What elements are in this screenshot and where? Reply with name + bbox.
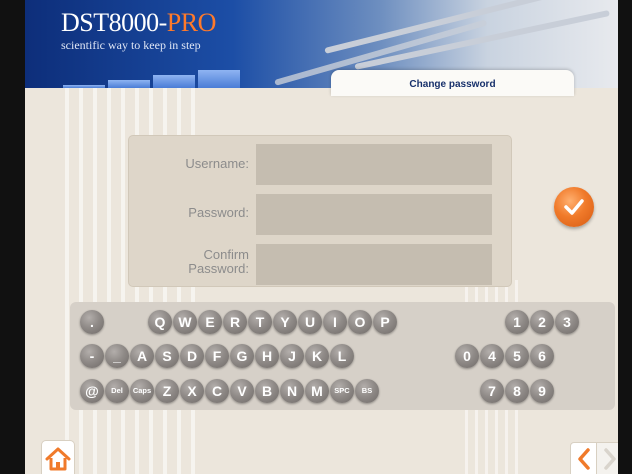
key-o[interactable]: O bbox=[348, 310, 372, 334]
brand-main: DST8000- bbox=[61, 8, 167, 37]
key-x[interactable]: X bbox=[180, 379, 204, 403]
key-c[interactable]: C bbox=[205, 379, 229, 403]
password-form: Username: Password: Confirm Password: bbox=[129, 136, 511, 286]
username-label: Username: bbox=[185, 156, 249, 171]
key-4[interactable]: 4 bbox=[480, 344, 504, 368]
key-i[interactable]: I bbox=[323, 310, 347, 334]
key-v[interactable]: V bbox=[230, 379, 254, 403]
username-field[interactable] bbox=[256, 144, 492, 185]
back-button[interactable] bbox=[570, 442, 598, 474]
confirm-button[interactable] bbox=[554, 187, 594, 227]
key-a[interactable]: A bbox=[130, 344, 154, 368]
forward-button[interactable] bbox=[596, 442, 618, 474]
key-h[interactable]: H bbox=[255, 344, 279, 368]
app-window: DST8000-PRO scientific way to keep in st… bbox=[0, 0, 632, 474]
key-1[interactable]: 1 bbox=[505, 310, 529, 334]
chevron-left-icon bbox=[578, 448, 590, 470]
key-l[interactable]: L bbox=[330, 344, 354, 368]
key-z[interactable]: Z bbox=[155, 379, 179, 403]
brand-tagline: scientific way to keep in step bbox=[61, 38, 201, 52]
home-icon bbox=[45, 447, 71, 471]
key-u[interactable]: U bbox=[298, 310, 322, 334]
key-at[interactable]: @ bbox=[80, 379, 104, 403]
brand-logo: DST8000-PRO bbox=[61, 8, 216, 38]
password-label: Password: bbox=[188, 205, 249, 220]
checkmark-icon bbox=[564, 199, 584, 215]
home-button[interactable] bbox=[41, 440, 75, 474]
key-2[interactable]: 2 bbox=[530, 310, 554, 334]
key-y[interactable]: Y bbox=[273, 310, 297, 334]
banner-bars bbox=[63, 68, 240, 88]
key-f[interactable]: F bbox=[205, 344, 229, 368]
confirm-label-line2: Password: bbox=[188, 261, 249, 276]
chevron-right-icon bbox=[604, 448, 616, 470]
key-n[interactable]: N bbox=[280, 379, 304, 403]
key-r[interactable]: R bbox=[223, 310, 247, 334]
key-9[interactable]: 9 bbox=[530, 379, 554, 403]
brand-accent: PRO bbox=[166, 8, 217, 37]
key-minus[interactable]: - bbox=[80, 344, 104, 368]
key-s[interactable]: S bbox=[155, 344, 179, 368]
key-0[interactable]: 0 bbox=[455, 344, 479, 368]
confirm-password-label: Confirm Password: bbox=[129, 248, 249, 276]
key-b[interactable]: B bbox=[255, 379, 279, 403]
confirm-password-field[interactable] bbox=[256, 244, 492, 285]
password-field[interactable] bbox=[256, 194, 492, 235]
screen: DST8000-PRO scientific way to keep in st… bbox=[25, 0, 618, 474]
key-g[interactable]: G bbox=[230, 344, 254, 368]
key-w[interactable]: W bbox=[173, 310, 197, 334]
key-caps[interactable]: Caps bbox=[130, 379, 154, 403]
key-t[interactable]: T bbox=[248, 310, 272, 334]
on-screen-keyboard: . Q W E R T Y U I O P 1 2 3 - _ A S D F G H J K L 0 4 5 6 @ Del Caps Z X C… bbox=[70, 302, 615, 410]
confirm-label-line1: Confirm bbox=[203, 247, 249, 262]
key-underscore[interactable]: _ bbox=[105, 344, 129, 368]
key-5[interactable]: 5 bbox=[505, 344, 529, 368]
key-8[interactable]: 8 bbox=[505, 379, 529, 403]
key-e[interactable]: E bbox=[198, 310, 222, 334]
key-bs[interactable]: BS bbox=[355, 379, 379, 403]
key-m[interactable]: M bbox=[305, 379, 329, 403]
key-spc[interactable]: SPC bbox=[330, 379, 354, 403]
key-p[interactable]: P bbox=[373, 310, 397, 334]
key-del[interactable]: Del bbox=[105, 379, 129, 403]
page-title-tab: Change password bbox=[331, 70, 574, 96]
key-j[interactable]: J bbox=[280, 344, 304, 368]
key-q[interactable]: Q bbox=[148, 310, 172, 334]
key-3[interactable]: 3 bbox=[555, 310, 579, 334]
key-k[interactable]: K bbox=[305, 344, 329, 368]
key-period[interactable]: . bbox=[80, 310, 104, 334]
key-d[interactable]: D bbox=[180, 344, 204, 368]
key-6[interactable]: 6 bbox=[530, 344, 554, 368]
key-7[interactable]: 7 bbox=[480, 379, 504, 403]
